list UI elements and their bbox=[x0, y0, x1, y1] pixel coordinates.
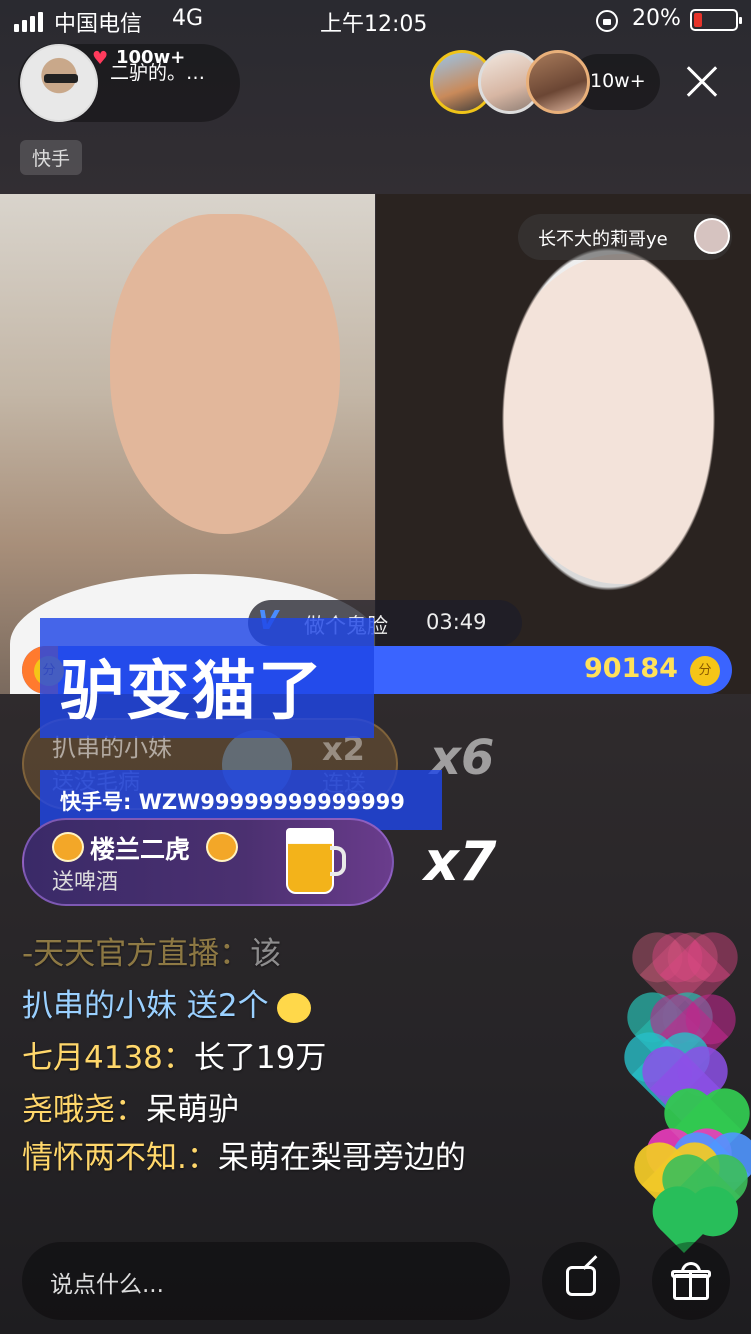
chat-user[interactable]: 七月4138： bbox=[22, 1040, 194, 1076]
top-viewers[interactable]: 10w+ bbox=[430, 50, 660, 114]
watermark-title: 驴变猫了 bbox=[60, 655, 324, 729]
anchor-likes: 100w+ bbox=[116, 47, 186, 68]
chat-user[interactable]: 扒串的小妹 bbox=[22, 988, 177, 1024]
viewer-count: 10w+ bbox=[590, 70, 646, 92]
tiger-icon bbox=[206, 832, 238, 862]
chat-user[interactable]: 尧哦尧： bbox=[22, 1092, 146, 1128]
tiger-icon bbox=[52, 832, 84, 862]
beer-icon bbox=[286, 828, 334, 894]
comment-placeholder: 说点什么... bbox=[50, 1272, 164, 1298]
status-time: 上午12:05 bbox=[320, 12, 428, 37]
battery-icon bbox=[690, 9, 742, 31]
heart-icon: ♥ bbox=[92, 48, 109, 69]
share-icon bbox=[566, 1266, 596, 1296]
rotation-lock-icon bbox=[596, 10, 618, 32]
chat-user[interactable]: 情怀两不知.： bbox=[22, 1140, 218, 1176]
gift-desc: 送啤酒 bbox=[52, 870, 119, 895]
chat-text: 长了19万 bbox=[193, 1040, 327, 1076]
chat-message: 情怀两不知.：呆萌在梨哥旁边的 bbox=[22, 1136, 522, 1180]
video-face bbox=[110, 214, 340, 534]
coin-icon: 分 bbox=[690, 656, 720, 686]
battery-percent: 20% bbox=[632, 6, 681, 31]
chat-message: 扒串的小妹 送2个 bbox=[22, 980, 311, 1025]
close-icon[interactable] bbox=[678, 58, 726, 106]
viewer-avatar[interactable] bbox=[526, 50, 590, 114]
chat-message: -天天官方直播：该 bbox=[22, 928, 281, 973]
signal-icon bbox=[14, 12, 43, 32]
battery-level-fill bbox=[694, 13, 702, 27]
peer-avatar[interactable] bbox=[694, 218, 730, 254]
chat-user[interactable]: -天天官方直播： bbox=[22, 936, 250, 972]
chick-icon bbox=[276, 992, 311, 1023]
pk-timer: 03:49 bbox=[426, 610, 487, 634]
anchor-avatar[interactable] bbox=[20, 44, 98, 122]
beer-handle bbox=[330, 846, 346, 876]
gift-sender: 楼兰二虎 bbox=[90, 835, 191, 864]
chat-message: 尧哦尧：呆萌驴 bbox=[22, 1084, 239, 1129]
platform-tag: 快手 bbox=[20, 140, 83, 175]
pk-score-right: 90184 bbox=[584, 653, 678, 684]
gift-combo: x7 bbox=[424, 830, 497, 893]
chat-message: 七月4138：长了19万 bbox=[22, 1032, 326, 1077]
status-bar: 中国电信 4G 上午12:05 20% bbox=[0, 0, 751, 40]
chat-text: 呆萌在梨哥旁边的 bbox=[217, 1140, 466, 1176]
network-type: 4G bbox=[172, 6, 204, 31]
chat-text: 呆萌驴 bbox=[146, 1092, 239, 1128]
chat-text: 该 bbox=[250, 936, 282, 972]
watermark-id: 快手号: WZW99999999999999 bbox=[60, 790, 405, 814]
chat-text: 送2个 bbox=[186, 988, 269, 1024]
gift-icon bbox=[671, 1262, 711, 1300]
carrier-label: 中国电信 bbox=[54, 12, 143, 37]
peer-name: 长不大的莉哥ye bbox=[538, 229, 668, 250]
